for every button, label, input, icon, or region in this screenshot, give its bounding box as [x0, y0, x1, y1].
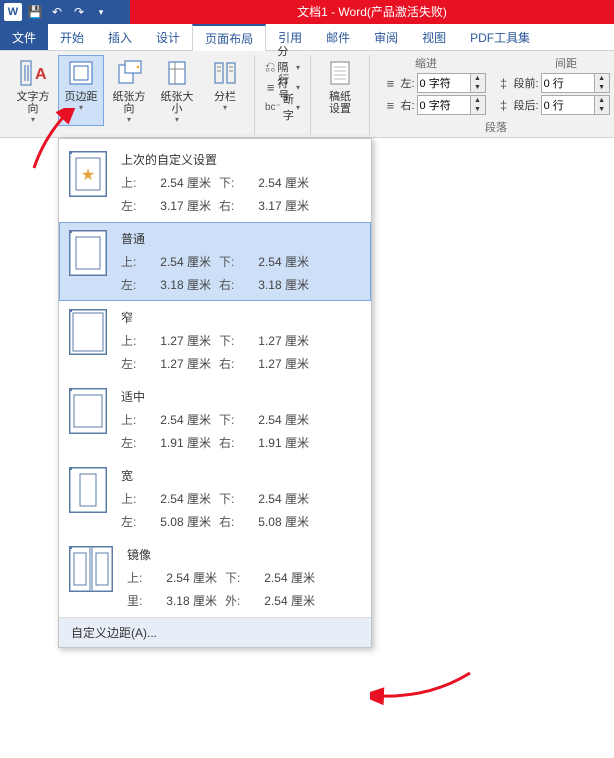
chevron-down-icon: ▾	[223, 103, 227, 112]
size-icon	[161, 57, 193, 89]
indent-left-icon: ≡	[382, 75, 398, 91]
chevron-down-icon: ▾	[296, 103, 300, 112]
preset-mirror[interactable]: 镜像 上:2.54 厘米 下:2.54 厘米 里:3.18 厘米 外:2.54 …	[59, 538, 371, 617]
titlebar: W 💾 ↶ ↷ ▾ 文档1 - Word(产品激活失败)	[0, 0, 614, 24]
spin-down-icon[interactable]: ▼	[470, 105, 485, 114]
margins-icon	[65, 57, 97, 89]
redo-icon[interactable]: ↷	[70, 3, 88, 21]
indent-title: 缩进	[376, 55, 476, 71]
window-title: 文档1 - Word(产品激活失败)	[130, 0, 614, 24]
line-numbers-icon: ≡	[265, 79, 276, 95]
tab-review[interactable]: 审阅	[362, 24, 410, 50]
indent-left-input[interactable]: ▲▼	[417, 73, 486, 93]
gaozhi-group: 稿纸 设置	[311, 55, 370, 135]
tab-design[interactable]: 设计	[144, 24, 192, 50]
gaozhi-icon	[324, 57, 356, 89]
paragraph-group: 缩进 间距 ≡ 左: ▲▼ ‡ 段前: ▲▼ ≡ 右: ▲▼ ‡ 段后: ▲▼ …	[370, 55, 614, 135]
orientation-icon	[113, 57, 145, 89]
chevron-down-icon: ▾	[296, 63, 300, 72]
svg-text:A: A	[35, 66, 47, 83]
preset-normal-icon	[69, 230, 107, 276]
preset-last-icon: ★	[69, 151, 107, 197]
breaks-group: ⎌分隔符▾ ≡行号▾ bc⁻断字▾	[255, 55, 311, 135]
ribbon: A 文字方向▾ 页边距▾ 纸张方向▾ 纸张大小▾	[0, 51, 614, 138]
spacing-title: 间距	[516, 55, 614, 71]
tab-mail[interactable]: 邮件	[314, 24, 362, 50]
spin-down-icon[interactable]: ▼	[594, 105, 609, 114]
hyphenation-button[interactable]: bc⁻断字▾	[261, 97, 304, 117]
margins-dropdown: ★ 上次的自定义设置 上:2.54 厘米 下:2.54 厘米 左:3.17 厘米…	[58, 138, 372, 648]
spin-up-icon[interactable]: ▲	[470, 74, 485, 83]
page-setup-group: A 文字方向▾ 页边距▾ 纸张方向▾ 纸张大小▾	[4, 55, 255, 135]
preset-moderate-icon	[69, 388, 107, 434]
text-direction-icon: A	[17, 57, 49, 89]
margins-button[interactable]: 页边距▾	[58, 55, 104, 126]
gaozhi-button[interactable]: 稿纸 设置	[317, 55, 363, 117]
chevron-down-icon: ▾	[175, 115, 179, 124]
hyphenation-icon: bc⁻	[265, 99, 281, 115]
spin-up-icon[interactable]: ▲	[594, 74, 609, 83]
spin-down-icon[interactable]: ▼	[594, 83, 609, 92]
annotation-arrow-bottom	[370, 668, 480, 718]
size-button[interactable]: 纸张大小▾	[154, 55, 200, 126]
preset-mirror-icon	[69, 546, 113, 592]
chevron-down-icon: ▾	[31, 115, 35, 124]
columns-icon	[209, 57, 241, 89]
word-logo-icon: W	[4, 3, 22, 21]
chevron-down-icon: ▾	[127, 115, 131, 124]
preset-narrow[interactable]: 窄 上:1.27 厘米 下:1.27 厘米 左:1.27 厘米 右:1.27 厘…	[59, 301, 371, 380]
tab-view[interactable]: 视图	[410, 24, 458, 50]
columns-button[interactable]: 分栏▾	[202, 55, 248, 126]
spin-down-icon[interactable]: ▼	[470, 83, 485, 92]
ribbon-tabs: 文件 开始 插入 设计 页面布局 引用 邮件 审阅 视图 PDF工具集	[0, 24, 614, 51]
space-before-input[interactable]: ▲▼	[541, 73, 610, 93]
tab-insert[interactable]: 插入	[96, 24, 144, 50]
preset-last[interactable]: ★ 上次的自定义设置 上:2.54 厘米 下:2.54 厘米 左:3.17 厘米…	[59, 143, 371, 222]
tab-file[interactable]: 文件	[0, 24, 48, 50]
spin-up-icon[interactable]: ▲	[594, 96, 609, 105]
indent-right-icon: ≡	[382, 97, 398, 113]
spin-up-icon[interactable]: ▲	[470, 96, 485, 105]
tab-home[interactable]: 开始	[48, 24, 96, 50]
indent-right-input[interactable]: ▲▼	[417, 95, 486, 115]
save-icon[interactable]: 💾	[26, 3, 44, 21]
tab-layout[interactable]: 页面布局	[192, 24, 266, 51]
chevron-down-icon: ▾	[79, 103, 83, 112]
svg-text:★: ★	[81, 167, 95, 184]
space-before-icon: ‡	[496, 75, 512, 91]
quick-access-toolbar: W 💾 ↶ ↷ ▾	[0, 3, 110, 21]
preset-normal[interactable]: 普通 上:2.54 厘米 下:2.54 厘米 左:3.18 厘米 右:3.18 …	[59, 222, 371, 301]
qat-more-icon[interactable]: ▾	[92, 3, 110, 21]
space-after-icon: ‡	[496, 97, 512, 113]
chevron-down-icon: ▾	[296, 83, 300, 92]
orientation-button[interactable]: 纸张方向▾	[106, 55, 152, 126]
preset-moderate[interactable]: 适中 上:2.54 厘米 下:2.54 厘米 左:1.91 厘米 右:1.91 …	[59, 380, 371, 459]
preset-wide[interactable]: 宽 上:2.54 厘米 下:2.54 厘米 左:5.08 厘米 右:5.08 厘…	[59, 459, 371, 538]
preset-wide-icon	[69, 467, 107, 513]
text-direction-button[interactable]: A 文字方向▾	[10, 55, 56, 126]
breaks-icon: ⎌	[265, 59, 275, 75]
preset-narrow-icon	[69, 309, 107, 355]
paragraph-group-label: 段落	[485, 119, 507, 135]
document-area: ★ 上次的自定义设置 上:2.54 厘米 下:2.54 厘米 左:3.17 厘米…	[0, 138, 614, 758]
space-after-input[interactable]: ▲▼	[541, 95, 610, 115]
custom-margins-item[interactable]: 自定义边距(A)...	[59, 617, 371, 647]
tab-pdf[interactable]: PDF工具集	[458, 24, 542, 50]
undo-icon[interactable]: ↶	[48, 3, 66, 21]
